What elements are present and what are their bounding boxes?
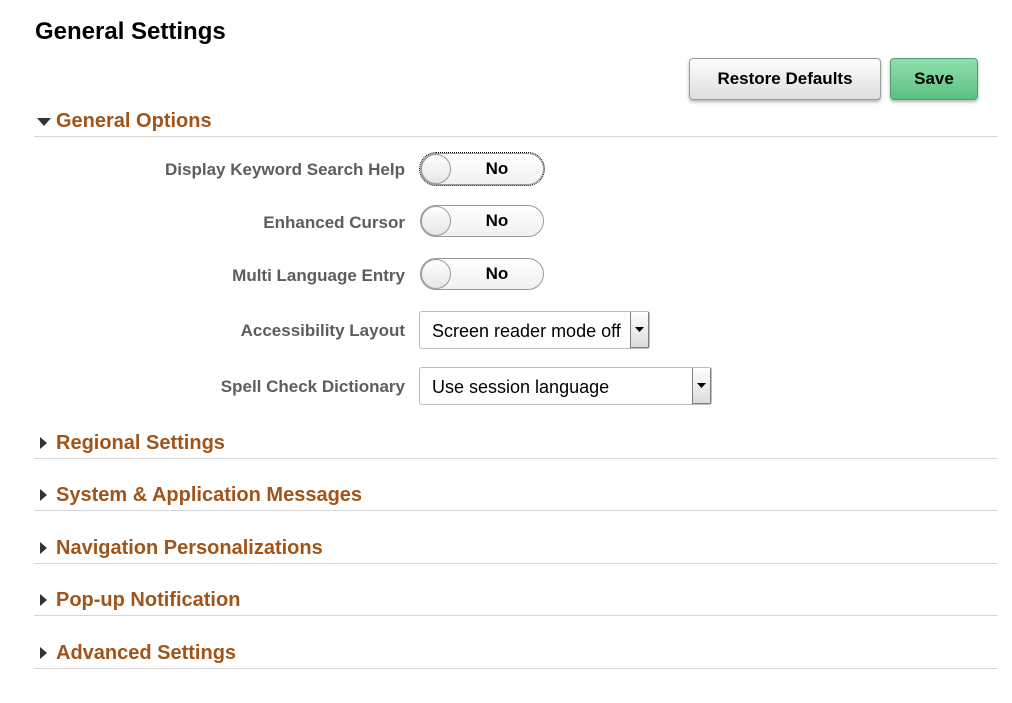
keyword-help-label: Display Keyword Search Help: [165, 160, 405, 179]
multi-language-label: Multi Language Entry: [232, 266, 405, 285]
section-navigation-personalizations[interactable]: Navigation Personalizations: [34, 534, 997, 564]
triangle-down-icon: [34, 107, 56, 135]
keyword-help-toggle[interactable]: No: [419, 152, 545, 186]
spell-check-label: Spell Check Dictionary: [220, 377, 405, 396]
section-popup-notification[interactable]: Pop-up Notification: [34, 586, 997, 616]
page-title: General Settings: [35, 18, 226, 45]
section-title: Advanced Settings: [56, 642, 237, 664]
triangle-right-icon: [34, 481, 56, 509]
toggle-value: No: [485, 211, 509, 230]
section-title: Navigation Personalizations: [56, 537, 323, 559]
multi-language-toggle[interactable]: No: [420, 258, 544, 290]
accessibility-layout-select[interactable]: Screen reader mode off: [419, 311, 650, 349]
dropdown-arrow-icon[interactable]: [692, 368, 711, 404]
toggle-knob: [421, 206, 451, 236]
triangle-right-icon: [34, 639, 56, 667]
triangle-right-icon: [34, 586, 56, 614]
accessibility-layout-label: Accessibility Layout: [240, 321, 405, 340]
restore-defaults-button[interactable]: Restore Defaults: [689, 58, 881, 100]
enhanced-cursor-toggle[interactable]: No: [420, 205, 544, 237]
section-title: Regional Settings: [56, 432, 225, 454]
dropdown-arrow-icon[interactable]: [630, 312, 649, 348]
save-button[interactable]: Save: [890, 58, 978, 100]
section-advanced-settings[interactable]: Advanced Settings: [34, 639, 997, 669]
select-value: Use session language: [432, 377, 610, 397]
section-general-options[interactable]: General Options: [34, 107, 997, 137]
toggle-value: No: [485, 264, 509, 283]
triangle-right-icon: [34, 429, 56, 457]
toggle-knob: [421, 154, 451, 184]
section-title: System & Application Messages: [56, 484, 363, 506]
section-title: Pop-up Notification: [56, 589, 241, 611]
section-title: General Options: [56, 110, 212, 132]
spell-check-select[interactable]: Use session language: [419, 367, 712, 405]
toggle-knob: [421, 259, 451, 289]
enhanced-cursor-label: Enhanced Cursor: [263, 213, 405, 232]
toggle-value: No: [485, 159, 509, 178]
select-value: Screen reader mode off: [432, 321, 621, 341]
section-regional-settings[interactable]: Regional Settings: [34, 429, 997, 459]
section-system-application-messages[interactable]: System & Application Messages: [34, 481, 997, 511]
triangle-right-icon: [34, 534, 56, 562]
